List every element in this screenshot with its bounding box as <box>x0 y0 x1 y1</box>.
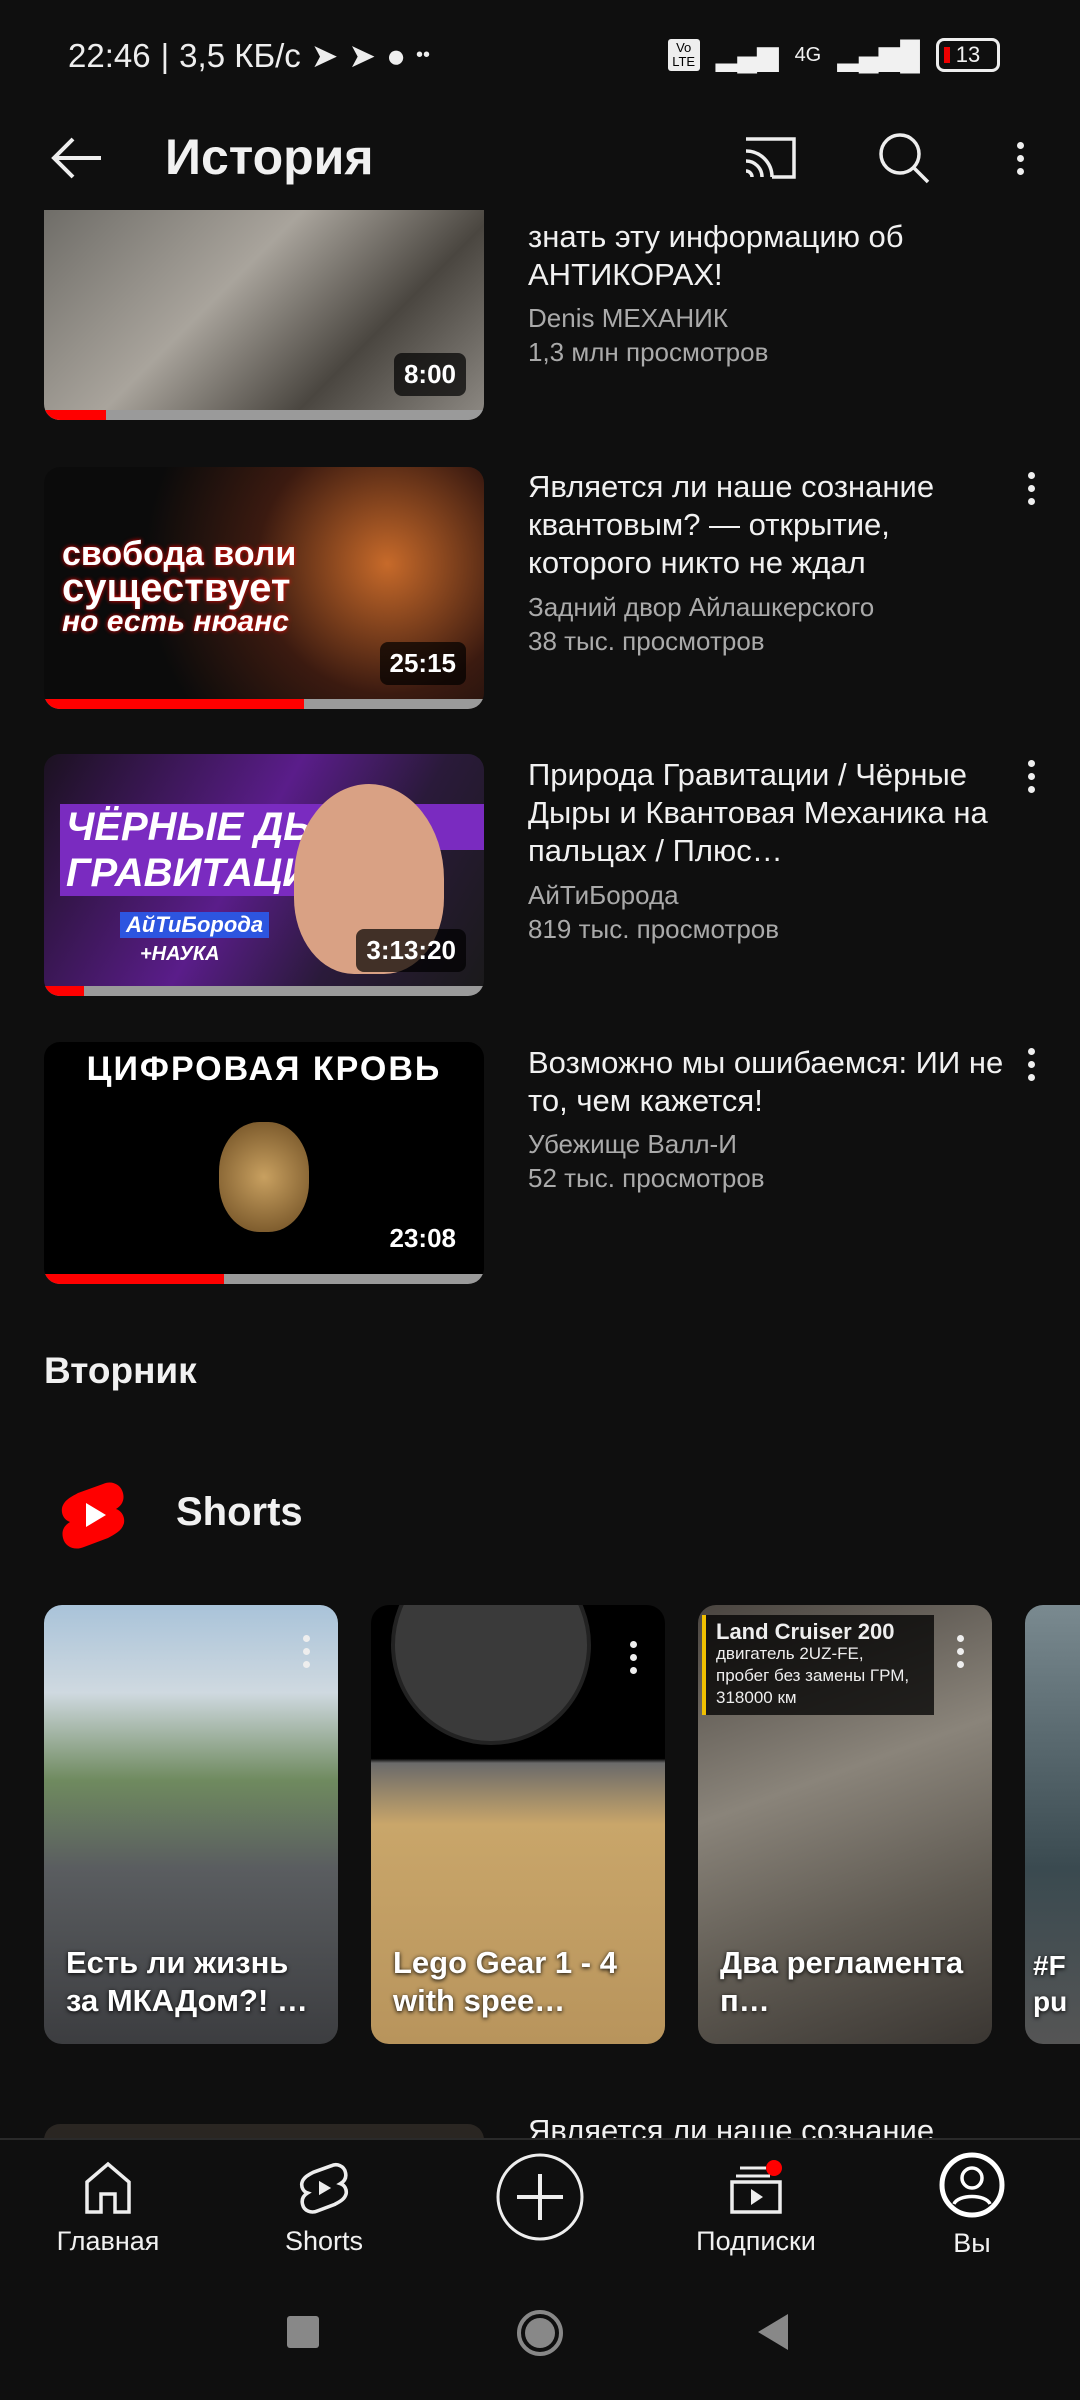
nav-subscriptions[interactable]: Подписки <box>656 2160 856 2257</box>
video-thumbnail[interactable]: свобода воли существует но есть нюанс 25… <box>44 467 484 709</box>
search-button[interactable] <box>872 126 936 190</box>
nav-home[interactable]: Главная <box>8 2160 208 2257</box>
network-type: 4G <box>794 43 822 66</box>
thumbnail-text: свобода воли существует но есть нюанс <box>62 535 297 638</box>
short-more-button[interactable] <box>957 1635 964 1668</box>
video-more-button[interactable] <box>1016 472 1046 522</box>
video-views: 38 тыс. просмотров <box>528 626 765 656</box>
video-more-button[interactable] <box>1016 760 1046 810</box>
video-duration: 8:00 <box>393 353 466 396</box>
account-avatar-icon <box>939 2152 1005 2218</box>
search-icon <box>879 133 930 184</box>
video-title[interactable]: Природа Гравитации / Чёрные Дыры и Квант… <box>528 756 1008 870</box>
nav-label: Подписки <box>696 2226 816 2256</box>
watch-progress-fill <box>44 1274 225 1284</box>
video-title[interactable]: Является ли наше сознание квантовым? — о… <box>528 468 1008 582</box>
short-card[interactable]: Land Cruiser 200 двигатель 2UZ-FE, пробе… <box>698 1605 992 2044</box>
battery-icon: 13 <box>936 38 1000 72</box>
chat-icon: ● <box>386 36 407 74</box>
watch-progress-bar <box>44 1274 484 1284</box>
video-more-button[interactable] <box>1016 1048 1046 1098</box>
shorts-icon <box>299 2162 349 2214</box>
status-bar: 22:46 | 3,5 КБ/с ➤ ➤ ● •• <box>68 36 430 75</box>
nav-create-button[interactable] <box>440 2152 640 2252</box>
watch-progress-fill <box>44 699 304 709</box>
telegram-icon: ➤ <box>310 37 339 74</box>
nav-you[interactable]: Вы <box>872 2152 1072 2259</box>
short-card[interactable]: Lego Gear 1 - 4 with spee… <box>371 1605 665 2044</box>
nav-label: Вы <box>953 2228 991 2258</box>
short-title: Lego Gear 1 - 4 with spee… <box>393 1945 617 2018</box>
shorts-section-title: Shorts <box>176 1490 303 1534</box>
video-channel: Убежище Валл-И <box>528 1129 737 1159</box>
video-channel: АйТиБорода <box>528 880 679 910</box>
tachometer-graphic <box>391 1605 591 1745</box>
short-title: Два регламента п… <box>720 1945 964 2018</box>
notification-dot <box>766 2160 782 2176</box>
watch-progress-bar <box>44 699 484 709</box>
video-thumbnail[interactable]: ЧЁРНЫЕ ДЫРЫ ГРАВИТАЦИЯ АйТиБорода +НАУКА… <box>44 754 484 996</box>
system-navigation-bar <box>0 2260 1080 2400</box>
separator: | <box>160 36 170 74</box>
video-thumbnail[interactable]: 8:00 <box>44 210 484 420</box>
subscriptions-icon <box>730 2160 782 2214</box>
back-arrow-icon <box>51 137 101 179</box>
status-time: 22:46 <box>68 36 151 74</box>
cast-icon <box>745 137 796 179</box>
home-icon <box>85 2161 131 2214</box>
video-views: 819 тыс. просмотров <box>528 914 780 944</box>
back-button[interactable] <box>45 126 109 190</box>
battery-level: 13 <box>955 42 981 67</box>
home-system-button[interactable] <box>517 2310 563 2356</box>
nav-label: Главная <box>56 2226 160 2256</box>
short-overlay-text: Land Cruiser 200 двигатель 2UZ-FE, пробе… <box>702 1615 934 1715</box>
watch-progress-fill <box>44 986 84 996</box>
signal-icon: ▂▄▆█ <box>837 39 920 71</box>
video-thumbnail[interactable]: ЦИФРОВАЯ КРОВЬ 23:08 <box>44 1042 484 1284</box>
video-views: 1,3 млн просмотров <box>528 337 769 367</box>
cast-button[interactable] <box>738 126 802 190</box>
video-channel: Denis МЕХАНИК <box>528 303 728 333</box>
short-more-button[interactable] <box>303 1635 310 1668</box>
nav-shorts[interactable]: Shorts <box>224 2160 424 2257</box>
signal-icon: ▂▄▆ <box>715 39 779 71</box>
more-options-button[interactable] <box>988 126 1052 190</box>
section-day-heading: Вторник <box>44 1350 197 1391</box>
video-channel: Задний двор Айлашкерского <box>528 592 875 622</box>
thumbnail-skull <box>219 1122 309 1232</box>
home-system-button-inner <box>525 2318 555 2348</box>
more-notifications-icon: •• <box>416 44 431 66</box>
watch-progress-bar <box>44 986 484 996</box>
video-duration: 3:13:20 <box>356 929 466 972</box>
recents-button[interactable] <box>287 2316 319 2348</box>
telegram-icon: ➤ <box>348 37 377 74</box>
short-card[interactable]: Есть ли жизнь за МКАДом?! … <box>44 1605 338 2044</box>
back-system-button[interactable] <box>758 2314 788 2350</box>
watch-progress-fill <box>44 410 106 420</box>
plus-circle-icon <box>496 2153 584 2241</box>
nav-label: Shorts <box>284 2226 364 2256</box>
short-title: #F pu <box>1033 1950 1068 2017</box>
video-views: 52 тыс. просмотров <box>528 1163 765 1193</box>
status-speed: 3,5 КБ/с <box>179 36 301 74</box>
shorts-logo-icon <box>58 1480 128 1555</box>
short-title: Есть ли жизнь за МКАДом?! … <box>66 1945 308 2018</box>
volte-icon: Vo LTE <box>667 39 700 71</box>
page-title: История <box>165 129 374 185</box>
video-duration: 25:15 <box>379 642 466 685</box>
short-more-button[interactable] <box>630 1641 637 1674</box>
watch-progress-bar <box>44 410 484 420</box>
video-title[interactable]: знать эту информацию об АНТИКОРАХ! <box>528 218 1008 294</box>
status-right: Vo LTE ▂▄▆ 4G ▂▄▆█ 13 <box>667 38 1000 72</box>
video-title[interactable]: Возможно мы ошибаемся: ИИ не то, чем каж… <box>528 1044 1008 1120</box>
thumbnail-text: ЦИФРОВАЯ КРОВЬ <box>86 1050 442 1088</box>
bottom-navigation: Главная Shorts Подписки Вы <box>0 2138 1080 2260</box>
short-card[interactable]: #F pu <box>1025 1605 1080 2044</box>
video-duration: 23:08 <box>389 1223 457 1253</box>
